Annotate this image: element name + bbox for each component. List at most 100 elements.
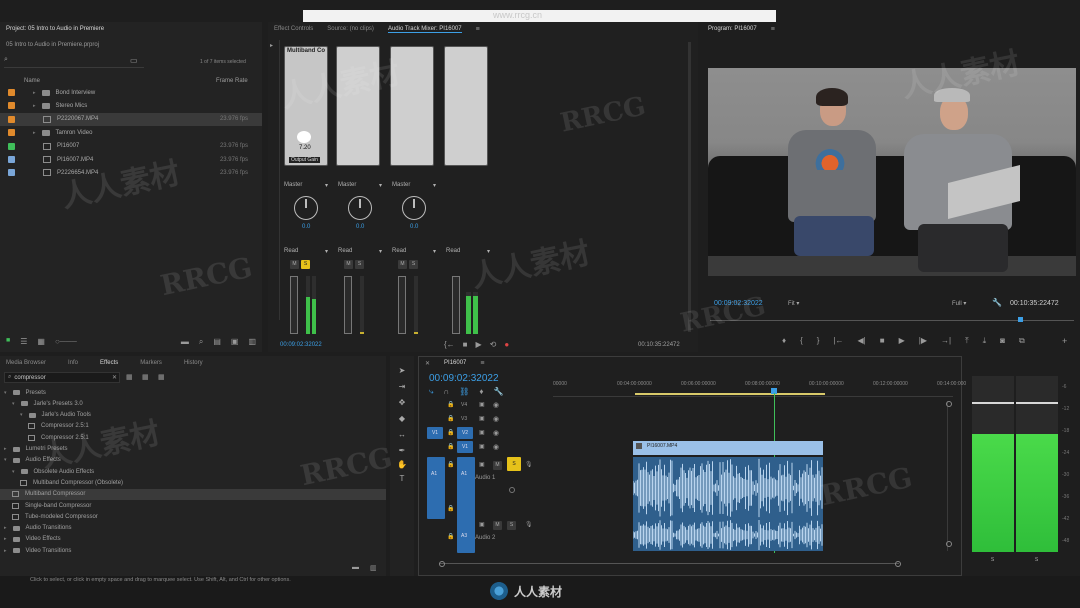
tab-effects[interactable]: Effects xyxy=(100,360,118,366)
sync-lock-icon[interactable]: ▣ xyxy=(479,429,485,436)
pan-knob-2[interactable] xyxy=(348,196,372,220)
settings-wrench-icon[interactable]: 🔧 xyxy=(493,387,503,397)
channel-4-mode[interactable]: Read ▾ xyxy=(446,248,490,255)
timeline-vertical-scrollbar[interactable] xyxy=(946,401,952,551)
meter-solo-left[interactable]: S xyxy=(988,556,997,565)
tab-project[interactable]: Project: 05 Intro to Audio in Premiere xyxy=(6,26,104,32)
meter-solo-right[interactable]: S xyxy=(1032,556,1041,565)
label-color-swatch[interactable] xyxy=(8,142,15,150)
channel-3-mode[interactable]: Read ▾ xyxy=(392,248,436,255)
resolution-dropdown[interactable]: Full ▾ xyxy=(952,300,966,307)
volume-fader-4[interactable] xyxy=(452,276,460,334)
mute-button-2[interactable]: M xyxy=(344,260,353,269)
scroll-handle-bottom[interactable] xyxy=(946,541,952,547)
channel-2-output[interactable]: Master ▾ xyxy=(338,182,382,189)
lock-track-icon[interactable]: 🔒 xyxy=(447,443,454,450)
volume-fader-3[interactable] xyxy=(398,276,406,334)
disclosure-triangle-icon[interactable]: ▸ xyxy=(4,525,7,531)
lock-a1-icon[interactable]: 🔒 xyxy=(447,461,454,468)
solo-button-1[interactable]: S xyxy=(301,260,310,269)
tab-history[interactable]: History xyxy=(184,360,203,366)
effects-tree-item[interactable]: ▾ Jarle's Presets 3.0 xyxy=(0,398,386,409)
channel-1-rack[interactable]: Multiband Co 7.20 Output Gain xyxy=(284,46,328,166)
eye-icon[interactable]: ◉ xyxy=(493,443,499,451)
effects-tree-item[interactable]: Compressor 2.5:1 xyxy=(0,432,386,443)
label-color-swatch[interactable] xyxy=(8,102,15,110)
video-source-patch[interactable]: V1 xyxy=(427,427,443,439)
channel-2-rack[interactable] xyxy=(336,46,380,166)
zoom-handle-right[interactable] xyxy=(895,561,901,567)
channel-3-output[interactable]: Master ▾ xyxy=(392,182,436,189)
go-to-in-icon[interactable]: {← xyxy=(444,340,455,349)
disclosure-triangle-icon[interactable]: ▾ xyxy=(4,390,7,396)
slip-tool-icon[interactable]: ↔ xyxy=(396,430,408,442)
project-item[interactable]: P2220067.MP4 23.976 fps xyxy=(0,112,262,126)
extract-icon[interactable]: ⤓ xyxy=(983,336,987,346)
sync-lock-a2-icon[interactable]: ▣ xyxy=(479,521,485,528)
scroll-handle-top[interactable] xyxy=(946,401,952,407)
icon-view-icon[interactable]: ▦ xyxy=(37,337,45,347)
effects-tree-item[interactable]: ▸ Video Effects xyxy=(0,534,386,545)
marker-icon[interactable]: ♦ xyxy=(479,387,483,397)
find-icon[interactable]: ⌕ xyxy=(199,337,203,347)
label-color-swatch[interactable] xyxy=(8,156,15,163)
accelerated-filter-icon[interactable]: ▦ xyxy=(126,373,133,381)
project-item[interactable]: P2226654.MP4 23.976 fps xyxy=(0,166,262,179)
play-icon[interactable]: ▶ xyxy=(476,340,482,349)
new-bin-icon[interactable]: ▭ xyxy=(130,56,138,65)
32bit-filter-icon[interactable]: ▦ xyxy=(142,373,149,381)
lock-track-icon[interactable]: 🔒 xyxy=(447,401,454,408)
record-icon[interactable]: ● xyxy=(504,340,509,349)
mic-a1-icon[interactable]: 🎙 xyxy=(525,461,533,468)
panel-menu-icon[interactable]: ≡ xyxy=(771,26,775,33)
pen-tool-icon[interactable]: ✒ xyxy=(396,446,408,458)
eye-icon[interactable]: ◉ xyxy=(493,401,499,409)
volume-fader-2[interactable] xyxy=(344,276,352,334)
trash-icon[interactable]: ▥ xyxy=(248,337,256,347)
close-icon[interactable]: ✕ xyxy=(425,360,430,367)
mute-button-3[interactable]: M xyxy=(398,260,407,269)
track-a1-volume-knob[interactable] xyxy=(509,487,515,493)
stop-icon[interactable]: ■ xyxy=(463,340,468,349)
disclosure-triangle-icon[interactable]: ▾ xyxy=(12,401,15,407)
zoom-slider-icon[interactable]: ○─── xyxy=(55,337,77,347)
volume-fader-1[interactable] xyxy=(290,276,298,334)
effects-tree-item[interactable]: ▾ Presets xyxy=(0,387,386,398)
razor-tool-icon[interactable]: ◆ xyxy=(396,414,408,426)
disclosure-triangle-icon[interactable]: ▸ xyxy=(33,130,36,136)
tab-program[interactable]: Program: PI16007 xyxy=(708,26,757,32)
channel-2-mode[interactable]: Read ▾ xyxy=(338,248,382,255)
work-area-bar[interactable] xyxy=(635,393,825,395)
label-color-swatch[interactable] xyxy=(8,115,15,123)
disclosure-triangle-icon[interactable]: ▾ xyxy=(20,412,23,418)
effects-tree-item[interactable]: ▾ Jarle's Audio Tools xyxy=(0,410,386,421)
tab-source[interactable]: Source: (no clips) xyxy=(327,26,374,32)
effects-tree-item[interactable]: Single-band Compressor xyxy=(0,500,386,511)
disclosure-triangle-icon[interactable]: ▾ xyxy=(12,469,15,475)
tab-media-browser[interactable]: Media Browser xyxy=(6,360,46,366)
eye-icon[interactable]: ◉ xyxy=(493,415,499,423)
play-icon[interactable]: ▶ xyxy=(899,336,905,346)
fit-dropdown[interactable]: Fit ▾ xyxy=(788,300,799,307)
eye-icon[interactable]: ◉ xyxy=(493,429,499,437)
channel-1-mode[interactable]: Read ▾ xyxy=(284,248,328,255)
hand-tool-icon[interactable]: ✋ xyxy=(396,460,408,472)
disclosure-triangle-icon[interactable]: ▸ xyxy=(33,103,36,109)
sync-lock-icon[interactable]: ▣ xyxy=(479,415,485,422)
effects-tree-item[interactable]: ▾ Obsolete Audio Effects xyxy=(0,466,386,477)
linked-selection-icon[interactable]: ⛓ xyxy=(459,387,469,397)
disclosure-triangle-icon[interactable]: ▾ xyxy=(4,457,7,463)
clear-icon[interactable]: ▣ xyxy=(231,337,239,347)
sync-lock-icon[interactable]: ▣ xyxy=(479,443,485,450)
mute-button-1[interactable]: M xyxy=(290,260,299,269)
ripple-edit-tool-icon[interactable]: ✥ xyxy=(396,398,408,410)
effects-tree-item[interactable]: ▸ Audio Transitions xyxy=(0,523,386,534)
step-back-icon[interactable]: ◀| xyxy=(858,336,866,346)
effects-tree-item[interactable]: Tube-modeled Compressor xyxy=(0,511,386,522)
video-clip[interactable]: PI16007.MP4 xyxy=(633,441,823,455)
column-header-name[interactable]: Name xyxy=(24,78,40,84)
snap-icon[interactable]: ∩ xyxy=(443,387,449,397)
mute-a1-button[interactable]: M xyxy=(493,461,502,470)
solo-button-3[interactable]: S xyxy=(409,260,418,269)
new-bin-button-icon[interactable]: ▬ xyxy=(181,337,189,347)
